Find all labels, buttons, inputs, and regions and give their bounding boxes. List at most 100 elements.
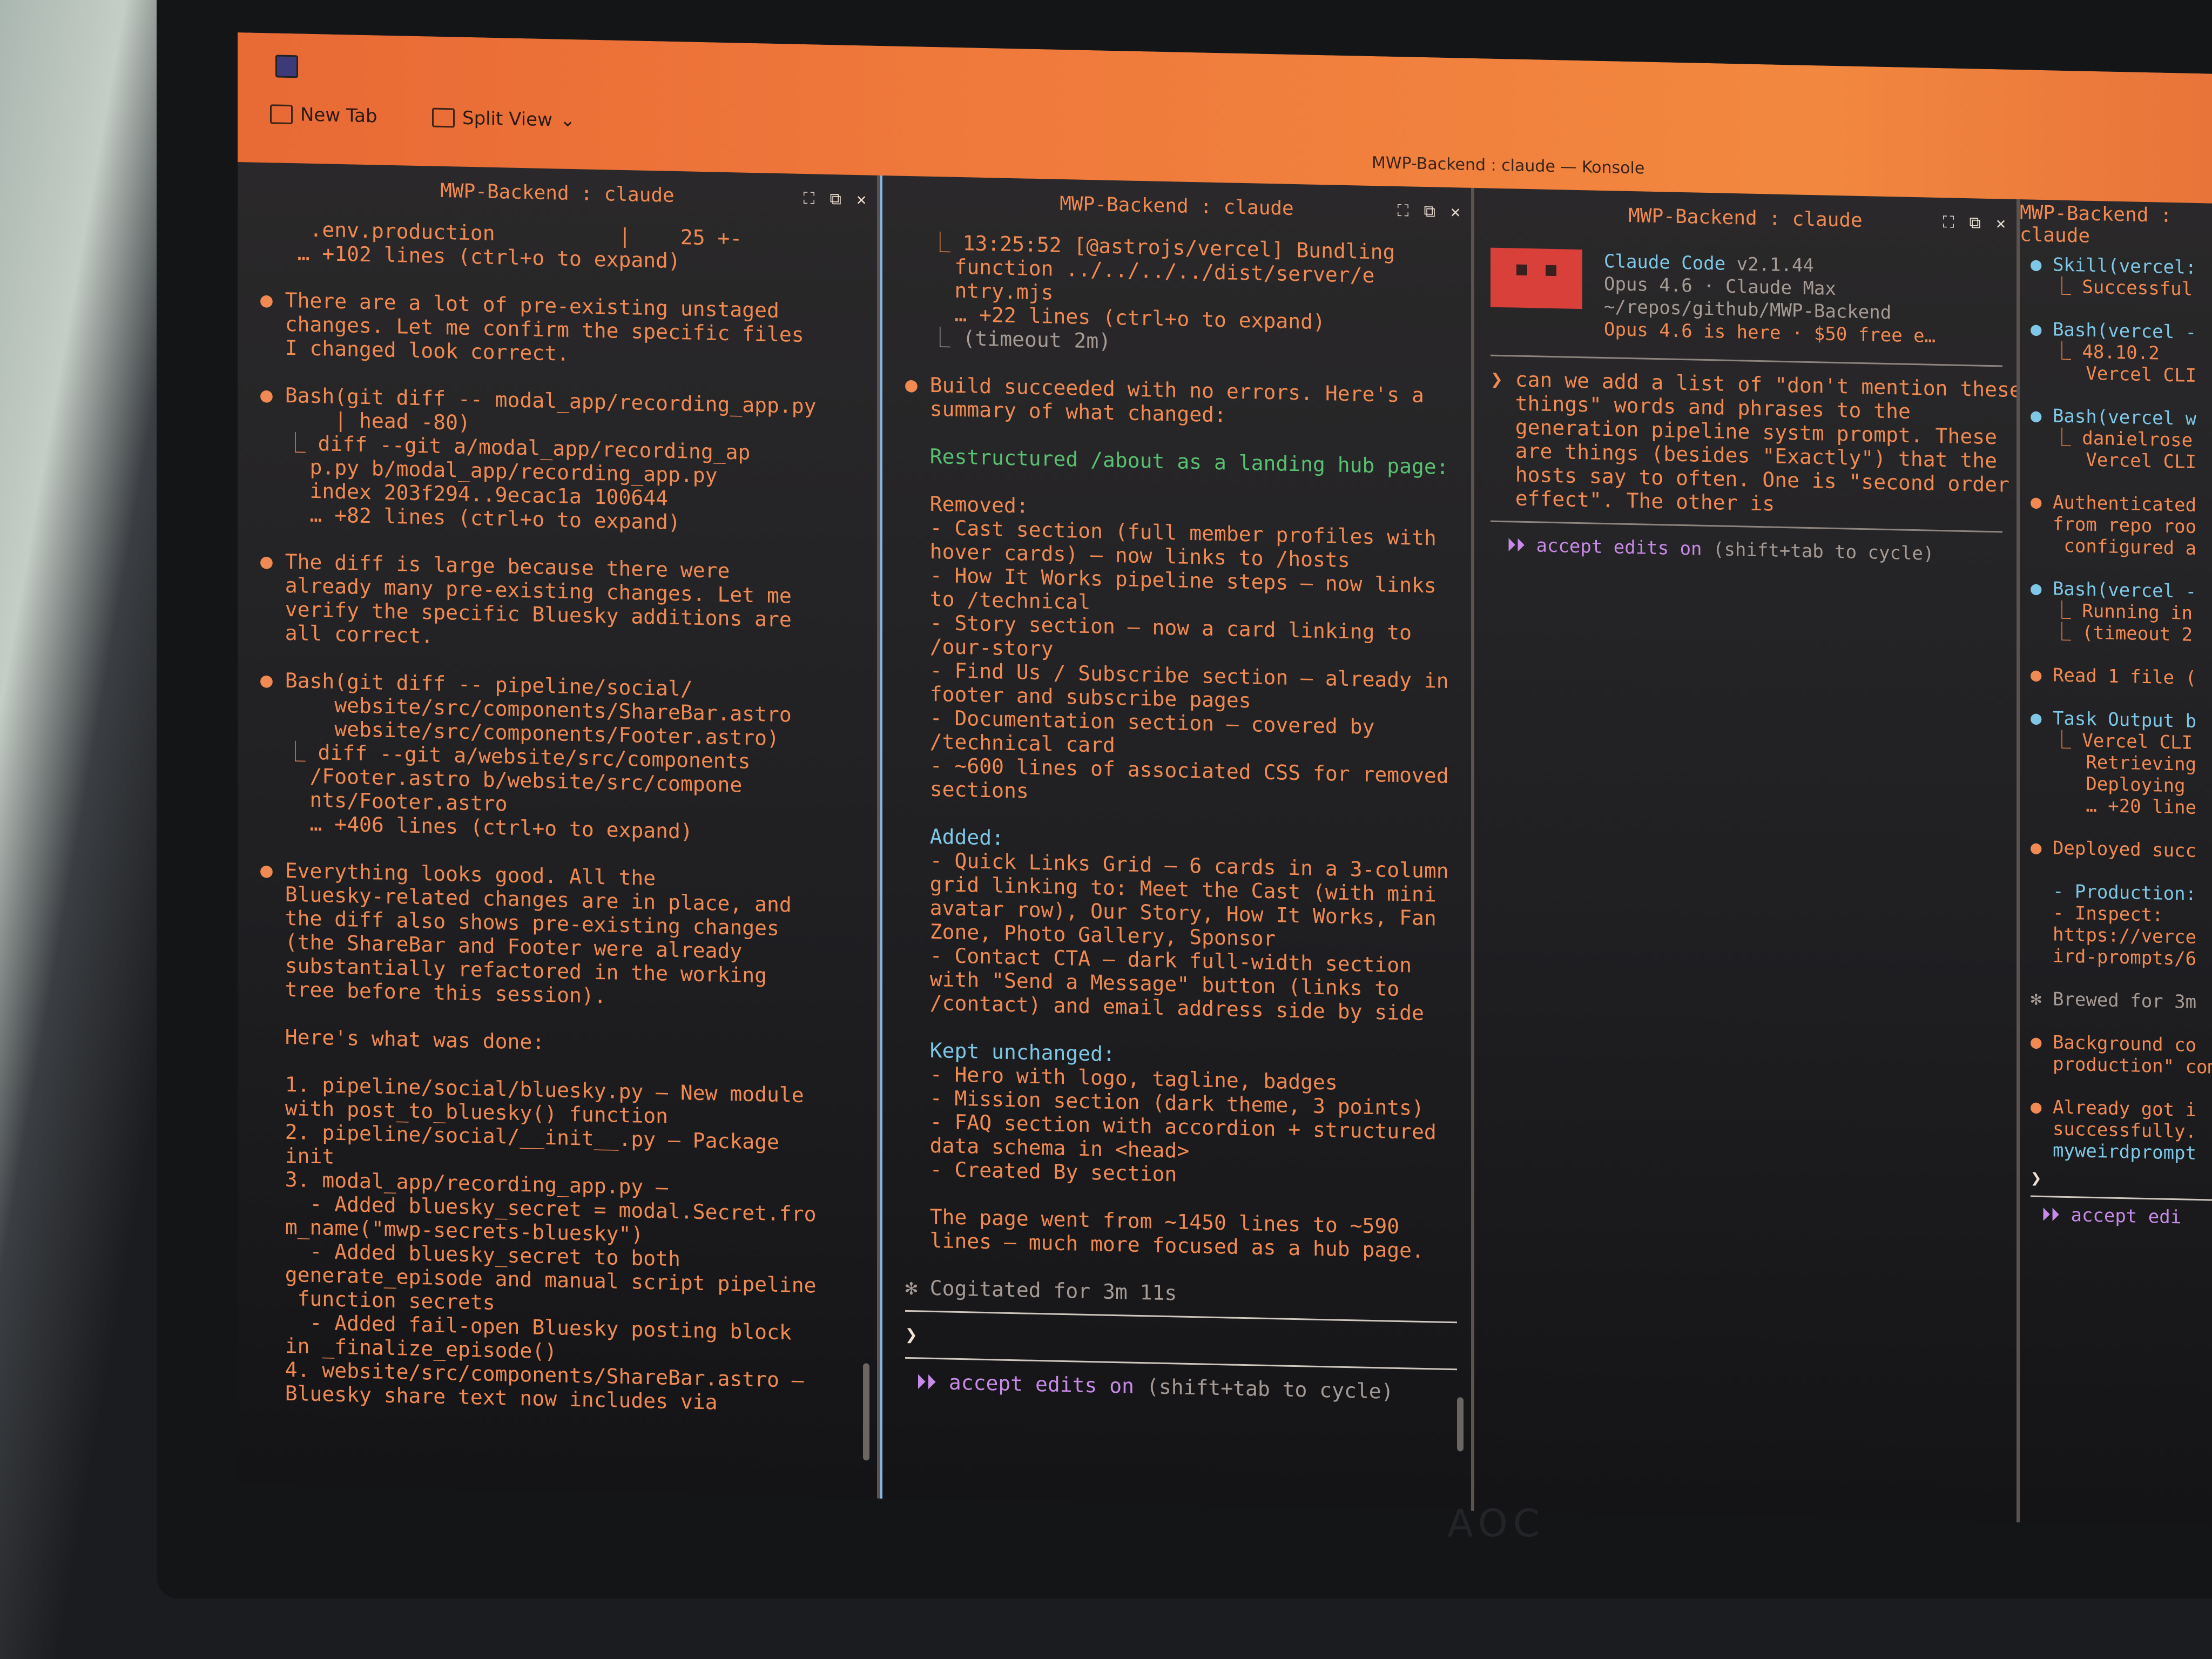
- new-tab-label: New Tab: [300, 104, 377, 127]
- prompt-input[interactable]: ❯: [905, 1323, 1457, 1358]
- detach-pane-icon[interactable]: ⧉: [830, 190, 841, 208]
- app-menu-icon[interactable]: [275, 55, 298, 78]
- pane-title: MWP-Backend : claude: [1628, 204, 1863, 232]
- detach-pane-icon[interactable]: ⧉: [1424, 202, 1435, 221]
- terminal-output: .env.production | 25 +- … +102 lines (ct…: [238, 211, 877, 1418]
- user-message: ❯ can we add a list of "don't mention th…: [1491, 367, 2020, 521]
- close-pane-icon[interactable]: ✕: [1996, 214, 2006, 233]
- model-line: Opus 4.6 · Claude Max: [1604, 273, 1836, 300]
- terminal-line: ● Read 1 file (: [2031, 664, 2197, 689]
- pane-controls: ⛶ ⧉ ✕: [1943, 213, 2006, 233]
- divider: [1491, 520, 2002, 533]
- chevron-down-icon[interactable]: ⌄: [560, 110, 576, 132]
- split-view-label: Split View: [462, 107, 552, 131]
- status-hint: (shift+tab to cycle): [1702, 538, 1934, 565]
- split-view-button[interactable]: Split View ⌄: [432, 107, 576, 132]
- prompt-input[interactable]: ❯: [2031, 1166, 2212, 1194]
- pane-header: MWP-Backend : claude: [2020, 199, 2212, 252]
- accept-edits-status[interactable]: ⏵⏵ accept edits on: [916, 1370, 1134, 1398]
- status-hint: (shift+tab to cycle): [1134, 1374, 1394, 1404]
- terminal-line: ● Authenticated: [2031, 491, 2197, 516]
- terminal-pane-4[interactable]: MWP-Backend : claude ● Skill(vercel: ⎿ S…: [2020, 199, 2212, 1526]
- terminal-line: ● Bash(vercel -: [2031, 577, 2197, 603]
- split-panes: MWP-Backend : claude ⛶ ⧉ ✕ .env.producti…: [238, 162, 2212, 1527]
- terminal-line: Deploying: [2031, 772, 2186, 797]
- divider: [2031, 1195, 2212, 1201]
- new-tab-button[interactable]: New Tab: [270, 103, 377, 127]
- new-tab-icon: [270, 104, 293, 125]
- accept-edits-status[interactable]: ⏵⏵ accept edi: [2031, 1203, 2212, 1230]
- terminal-line: myweirdprompt: [2031, 1139, 2197, 1164]
- status-line: ⏵⏵ accept edits on (shift+tab to cycle): [905, 1370, 1457, 1405]
- terminal-output: ⎿ 13:25:52 [@astrojs/vercel] Bundling fu…: [882, 224, 1471, 1311]
- terminal-line: ● Bash(vercel -: [2031, 318, 2197, 343]
- terminal-line: ird-prompts/6: [2031, 945, 2197, 970]
- terminal-line: production" com: [2031, 1053, 2212, 1078]
- pane-title: MWP-Backend : claude: [1060, 192, 1294, 220]
- message-area: ❯ can we add a list of "don't mention th…: [1474, 354, 2020, 568]
- accept-edits-status[interactable]: ⏵⏵ accept edits on: [1507, 534, 1702, 560]
- terminal-line: ⎿ Successful: [2031, 275, 2193, 300]
- claude-code-banner: Claude Code v2.1.44 Opus 4.6 · Claude Ma…: [1474, 237, 2017, 355]
- terminal-line: Retrieving: [2031, 750, 2197, 775]
- terminal-pane-2[interactable]: MWP-Backend : claude ⛶ ⧉ ✕ ⎿ 13:25:52 [@…: [880, 175, 1474, 1511]
- pane-controls: ⛶ ⧉ ✕: [804, 189, 866, 209]
- terminal-line: Vercel CLI: [2031, 361, 2197, 387]
- terminal-line: https://verce: [2031, 923, 2197, 948]
- terminal-line: from repo roo: [2031, 512, 2197, 538]
- close-pane-icon[interactable]: ✕: [1451, 203, 1460, 221]
- window-title: MWP-Backend : claude — Konsole: [1372, 153, 1645, 178]
- terminal-output: ● Skill(vercel: ⎿ Successful ● Bash(verc…: [2020, 248, 2212, 1164]
- terminal-line: ⎿ Vercel CLI: [2031, 729, 2193, 754]
- pane-controls: ⛶ ⧉ ✕: [1398, 201, 1460, 221]
- scrollbar[interactable]: [863, 1363, 869, 1461]
- app-version: v2.1.44: [1725, 253, 1814, 277]
- divider: [905, 1310, 1457, 1324]
- terminal-line: successfully.: [2031, 1117, 2197, 1143]
- maximize-pane-icon[interactable]: ⛶: [804, 189, 815, 208]
- input-area: ❯ ⏵⏵ accept edi: [2020, 1161, 2212, 1230]
- maximize-pane-icon[interactable]: ⛶: [1398, 201, 1409, 220]
- divider: [905, 1357, 1457, 1371]
- terminal-line: ● Deployed succ: [2031, 837, 2197, 862]
- terminal-line: ⎿ (timeout 2: [2031, 621, 2193, 646]
- pane-title: MWP-Backend : claude: [2020, 201, 2172, 247]
- terminal-line: … +20 line: [2031, 793, 2197, 819]
- maximize-pane-icon[interactable]: ⛶: [1943, 213, 1954, 232]
- terminal-line: ● Task Output b: [2031, 707, 2197, 732]
- scrollbar[interactable]: [1457, 1397, 1464, 1452]
- terminal-line: ⎿ Running in: [2031, 599, 2193, 624]
- banner-info: Claude Code v2.1.44 Opus 4.6 · Claude Ma…: [1604, 250, 1936, 348]
- claude-invader-icon: [1491, 247, 1582, 309]
- terminal-pane-3[interactable]: MWP-Backend : claude ⛶ ⧉ ✕ Claude Code v…: [1474, 187, 2020, 1523]
- status-line: ⏵⏵ accept edits on (shift+tab to cycle): [1491, 533, 2002, 568]
- split-view-icon: [432, 107, 455, 128]
- input-area: ❯ ⏵⏵ accept edits on (shift+tab to cycle…: [882, 1310, 1471, 1405]
- divider: [1491, 354, 2002, 367]
- terminal-line: ● Already got i: [2031, 1096, 2197, 1121]
- terminal-line: Vercel CLI: [2031, 448, 2197, 473]
- terminal-line: - Inspect:: [2031, 901, 2163, 926]
- terminal-line: - Production:: [2031, 880, 2197, 905]
- terminal-line: ⎿ 48.10.2: [2031, 340, 2160, 365]
- terminal-line: ● Bash(vercel w: [2031, 404, 2197, 430]
- pane-title: MWP-Backend : claude: [440, 179, 675, 207]
- terminal-line: ✻ Brewed for 3m: [2031, 988, 2197, 1013]
- terminal-line: ● Skill(vercel:: [2031, 253, 2197, 279]
- terminal-pane-1[interactable]: MWP-Backend : claude ⛶ ⧉ ✕ .env.producti…: [238, 162, 880, 1499]
- monitor-brand-logo: AOC: [1447, 1501, 1545, 1546]
- terminal-line: ● Background co: [2031, 1031, 2197, 1056]
- konsole-window: New Tab Split View ⌄ MWP-Backend : claud…: [238, 32, 2212, 1527]
- detach-pane-icon[interactable]: ⧉: [1970, 213, 1981, 232]
- close-pane-icon[interactable]: ✕: [857, 190, 866, 209]
